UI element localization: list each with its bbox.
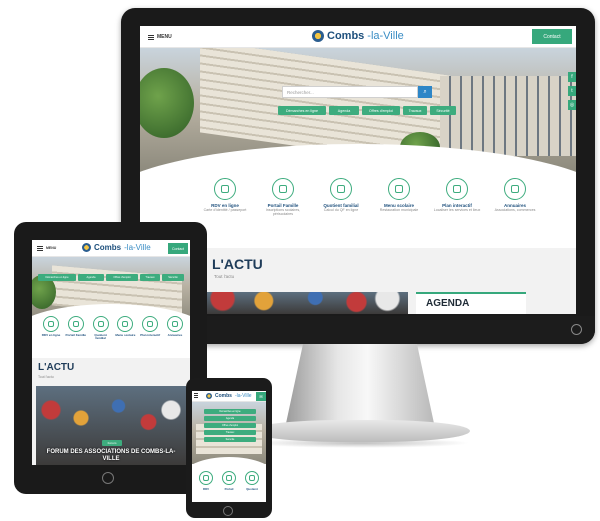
cutlery-icon <box>388 178 410 200</box>
phone-logo[interactable]: Combs -la-Ville <box>206 393 252 399</box>
service-tile[interactable]: RDV en ligne <box>40 316 62 341</box>
calculator-icon <box>330 178 352 200</box>
calculator-icon <box>92 316 109 332</box>
family-icon <box>272 178 294 200</box>
quick-link[interactable]: Agenda <box>329 106 359 115</box>
quick-link[interactable]: Offres d'emploi <box>204 423 256 428</box>
map-icon <box>446 178 468 200</box>
city-seal-icon <box>82 243 91 252</box>
news-title: L'ACTU <box>212 256 263 272</box>
quick-link[interactable]: Démarches en ligne <box>204 409 256 414</box>
monitor-base <box>250 420 470 442</box>
service-tile[interactable]: Annuaires <box>164 316 186 341</box>
city-seal-icon <box>312 30 324 42</box>
desktop-services: RDV en ligne Carte d'identité / passepor… <box>200 178 540 234</box>
quick-link[interactable]: Travaux <box>403 106 427 115</box>
quick-link[interactable]: Démarches en ligne <box>38 274 76 281</box>
quick-link[interactable]: Travaux <box>204 430 256 435</box>
tablet-services: RDV en ligne Portail Famille Quotient fa… <box>40 316 186 341</box>
facebook-icon[interactable]: f <box>568 72 576 82</box>
phone-services: RDV Portail Quotient <box>196 471 262 491</box>
hamburger-icon <box>148 36 154 38</box>
quick-link[interactable]: Offres d'emploi <box>362 106 400 115</box>
event-tag: Forum <box>102 440 122 446</box>
hamburger-icon <box>37 247 43 249</box>
phone-screen: Combs -la-Ville ✉ Démarches en ligne Agen… <box>192 391 266 502</box>
twitter-icon[interactable]: t <box>568 86 576 96</box>
book-icon <box>504 178 526 200</box>
desktop-search-input[interactable]: Rechercher... <box>282 86 418 98</box>
phone-home-button[interactable] <box>223 506 233 516</box>
service-tile[interactable]: Quotient familial <box>90 316 112 341</box>
hero-tree <box>140 68 194 138</box>
service-tile[interactable]: Annuaires Associations, commerces <box>490 178 540 234</box>
service-tile[interactable]: Quotient <box>242 471 262 491</box>
book-icon <box>166 316 183 332</box>
hero-building-right <box>440 76 576 156</box>
service-tile[interactable]: Portail Famille <box>65 316 87 341</box>
map-icon <box>142 316 159 332</box>
service-tile[interactable]: Quotient familial Calcul du QF en ligne <box>316 178 366 234</box>
tablet-menu-button[interactable]: MENU <box>37 246 56 250</box>
quick-link[interactable]: Travaux <box>140 274 160 281</box>
service-tile[interactable]: Menu scolaire <box>114 316 136 341</box>
desktop-quick-links: Démarches en ligne Agenda Offres d'emplo… <box>278 106 458 115</box>
quick-link[interactable]: Sécurité <box>162 274 184 281</box>
phone-menu-button[interactable] <box>194 395 198 396</box>
event-title[interactable]: FORUM DES ASSOCIATIONS DE COMBS-LA-VILLE <box>40 449 182 462</box>
quick-link[interactable]: Offres d'emploi <box>106 274 138 281</box>
tablet-home-button[interactable] <box>102 472 114 484</box>
quick-link[interactable]: Agenda <box>78 274 104 281</box>
service-tile[interactable]: RDV <box>196 471 216 491</box>
family-icon <box>67 316 84 332</box>
family-icon <box>222 471 236 485</box>
calendar-icon <box>43 316 59 332</box>
service-tile[interactable]: Plan interactif <box>139 316 161 341</box>
desktop-menu-button[interactable]: MENU <box>148 34 172 40</box>
quick-link[interactable]: Agenda <box>204 416 256 421</box>
tablet-screen: MENU Combs -la-Ville Contact Démarches en… <box>32 240 190 465</box>
news-subtitle[interactable]: Tout l'actu <box>214 274 234 279</box>
responsive-mockup: MENU Combs -la-Ville Contact Rechercher..… <box>0 0 600 521</box>
phone-quick-links: Démarches en ligne Agenda Offres d'emplo… <box>204 409 256 442</box>
quick-link[interactable]: Sécurité <box>204 437 256 442</box>
tablet-logo[interactable]: Combs -la-Ville <box>82 243 151 252</box>
city-seal-icon <box>206 393 212 399</box>
calendar-icon <box>199 471 213 485</box>
calculator-icon <box>245 471 259 485</box>
service-tile[interactable]: Portail <box>219 471 239 491</box>
cutlery-icon <box>117 316 134 332</box>
quick-link[interactable]: Démarches en ligne <box>278 106 326 115</box>
monitor-stand <box>285 344 435 428</box>
hamburger-icon <box>194 395 198 396</box>
instagram-icon[interactable]: ◎ <box>568 100 576 110</box>
service-tile[interactable]: Plan interactif Localiser les services e… <box>432 178 482 234</box>
service-tile[interactable]: Portail Famille Inscriptions scolaires, … <box>258 178 308 234</box>
news-title: L'ACTU <box>38 362 75 373</box>
tablet-quick-links: Démarches en ligne Agenda Offres d'emplo… <box>38 274 188 281</box>
service-tile[interactable]: RDV en ligne Carte d'identité / passepor… <box>200 178 250 234</box>
news-photo[interactable] <box>202 292 408 314</box>
agenda-title: AGENDA <box>426 298 470 309</box>
news-subtitle[interactable]: Tout l'actu <box>38 375 54 379</box>
search-icon[interactable]: ⌕ <box>418 86 432 98</box>
power-icon[interactable] <box>571 324 582 335</box>
quick-link[interactable]: Sécurité <box>430 106 456 115</box>
phone-contact-button[interactable]: ✉ <box>256 392 266 401</box>
desktop-contact-button[interactable]: Contact <box>532 29 572 44</box>
calendar-icon <box>214 178 236 200</box>
tablet-contact-button[interactable]: Contact <box>168 243 188 254</box>
service-tile[interactable]: Menu scolaire Restauration municipale <box>374 178 424 234</box>
desktop-logo[interactable]: Combs -la-Ville <box>312 30 404 42</box>
